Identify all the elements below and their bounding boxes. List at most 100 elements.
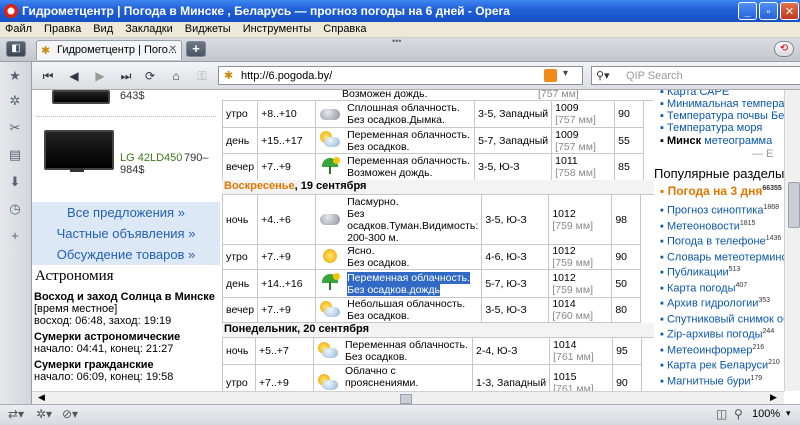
popular-link[interactable]: ▪ Словарь метеотерминов bbox=[660, 251, 784, 263]
more-arrow-icon[interactable]: — E bbox=[752, 148, 773, 160]
vertical-scroll-thumb[interactable] bbox=[788, 182, 800, 228]
bookmarks-star-icon[interactable]: ★ bbox=[7, 68, 23, 84]
minimize-button[interactable]: _ bbox=[738, 2, 757, 20]
fast-forward-icon[interactable]: ⏭ bbox=[116, 67, 136, 85]
popular-link[interactable]: ▪ Метеоновости1815 bbox=[660, 220, 755, 233]
unite-icon[interactable]: ✲▾ bbox=[36, 407, 52, 421]
forecast-table-day2: ночь +4..+6 Пасмурно. Без осадков.Туман.Вид… bbox=[221, 194, 642, 323]
panel-toggle-icon[interactable]: ◧ bbox=[6, 41, 26, 57]
security-key-icon[interactable]: ⚿ bbox=[192, 67, 212, 85]
description-cell: Переменная облачность. Без осадков. bbox=[344, 127, 476, 154]
popular-link[interactable]: ▪ Прогноз синоптика1868 bbox=[660, 204, 779, 217]
scroll-right-icon[interactable]: ▶ bbox=[770, 392, 777, 403]
horizontal-scrollbar[interactable]: ◀ ▶ bbox=[32, 391, 784, 405]
history-clock-icon[interactable]: ◷ bbox=[7, 201, 23, 217]
link-min-temp[interactable]: ▪ Минимальная температура bbox=[660, 98, 784, 110]
link-soil-temp[interactable]: ▪ Температура почвы Беларуси bbox=[660, 110, 784, 122]
popular-link[interactable]: ▪ Публикации513 bbox=[660, 266, 740, 279]
links-icon[interactable]: ✂ bbox=[7, 120, 23, 136]
tab-label: Гидрометцентр | Пого... bbox=[57, 44, 178, 56]
partial-pressure: [757 мм] bbox=[538, 90, 579, 100]
humidity-cell: 90 bbox=[611, 244, 642, 270]
discussion-button[interactable]: Обсуждение товаров » bbox=[32, 244, 220, 265]
temp-cell: +7..+9 bbox=[255, 364, 314, 391]
period-cell: утро bbox=[221, 244, 259, 270]
sun-cloud-icon bbox=[313, 337, 342, 365]
link-sea-temp[interactable]: ▪ Температура моря bbox=[660, 122, 762, 134]
menu-file[interactable]: Файл bbox=[0, 22, 39, 35]
popular-link[interactable]: ▪ Архив гидрологии353 bbox=[660, 297, 770, 310]
popular-link[interactable]: ▪ Метеоинформер216 bbox=[660, 344, 764, 357]
wind-cell: 3-5, Ю-З bbox=[474, 153, 553, 181]
private-ads-button[interactable]: Частные объявления » bbox=[32, 223, 220, 244]
tv-stand bbox=[70, 168, 84, 172]
notes-icon[interactable]: ▤ bbox=[7, 147, 23, 163]
all-offers-button[interactable]: Все предложения » bbox=[32, 202, 220, 223]
popular-link[interactable]: ▪ Магнитные бури179 bbox=[660, 375, 762, 388]
zoom-dropdown-icon[interactable]: ▾ bbox=[786, 408, 791, 419]
widgets-gear-icon[interactable]: ✲ bbox=[7, 93, 23, 109]
menu-tools[interactable]: Инструменты bbox=[238, 22, 319, 35]
horizontal-scroll-thumb[interactable] bbox=[400, 394, 412, 404]
period-cell: день bbox=[221, 269, 259, 298]
menu-edit[interactable]: Правка bbox=[39, 22, 88, 35]
right-sidebar: ▪ Карта САРЕ ▪ Минимальная температура ▪… bbox=[654, 90, 784, 391]
forecast-row: вечер +7..+9 Небольшая облачность. Без осад… bbox=[221, 297, 642, 323]
temp-cell: +14..+16 bbox=[257, 269, 317, 298]
forward-icon[interactable]: ▶ bbox=[90, 67, 110, 85]
zoom-level[interactable]: 100% bbox=[752, 408, 780, 420]
pressure-cell: 1014 [760 мм] bbox=[548, 297, 613, 323]
forecast-row: ночь +5..+7 Переменная облачность. Без осад… bbox=[222, 337, 643, 365]
turbo-icon[interactable]: ⇄▾ bbox=[8, 407, 24, 421]
popular-link[interactable]: ▪ Спутниковый снимок облачности bbox=[660, 313, 784, 325]
popular-link[interactable]: ▪ Карта рек Беларуси210 bbox=[660, 359, 780, 372]
twilight-astro-title: Сумерки астрономические bbox=[34, 331, 181, 343]
menu-widgets[interactable]: Виджеты bbox=[180, 22, 238, 35]
humidity-cell: 85 bbox=[614, 153, 645, 181]
rss-feed-icon[interactable] bbox=[544, 69, 557, 82]
popular-link[interactable]: ▪ Карта погоды407 bbox=[660, 282, 747, 295]
chevron-down-icon[interactable]: ▾ bbox=[563, 68, 568, 79]
view-icon[interactable]: ◫ bbox=[716, 407, 727, 421]
popular-first-link[interactable]: ▪ Погода на 3 дня66355 bbox=[660, 184, 782, 198]
temp-cell: +7..+9 bbox=[257, 153, 317, 181]
minsk-bold: Минск bbox=[666, 135, 702, 147]
meteogram-link[interactable]: метеограмма bbox=[704, 135, 772, 147]
tv-image-1[interactable] bbox=[52, 90, 110, 104]
search-field[interactable]: ⚲▾ QIP Search bbox=[591, 66, 800, 85]
period-cell: утро bbox=[221, 100, 259, 128]
description-cell: Переменная облачность. Без осадков. bbox=[342, 337, 473, 365]
menu-bookmarks[interactable]: Закладки bbox=[120, 22, 180, 35]
rewind-icon[interactable]: ⏮ bbox=[38, 67, 58, 85]
stop-icon[interactable]: ⊘▾ bbox=[62, 407, 78, 421]
tv-image-2[interactable] bbox=[44, 130, 114, 170]
popular-link[interactable]: ▪ Погода в телефоне1436 bbox=[660, 235, 781, 248]
zoom-icon[interactable]: ⚲ bbox=[734, 407, 743, 421]
add-panel-icon[interactable]: + bbox=[7, 228, 23, 244]
back-icon[interactable]: ◀ bbox=[64, 67, 84, 85]
close-window-button[interactable]: ✕ bbox=[780, 2, 799, 20]
forecast-row: день +15..+17 Переменная облачность. Без ос… bbox=[221, 127, 645, 154]
local-time-note: [время местное] bbox=[34, 303, 118, 315]
new-tab-button[interactable]: + bbox=[186, 41, 206, 57]
pressure-cell: 1011 [758 мм] bbox=[551, 153, 616, 181]
scroll-left-icon[interactable]: ◀ bbox=[38, 392, 45, 403]
humidity-cell: 80 bbox=[611, 297, 642, 323]
downloads-icon[interactable]: ⬇ bbox=[7, 174, 23, 190]
tv-model-link[interactable]: LG 42LD450 bbox=[120, 152, 182, 164]
home-icon[interactable]: ⌂ bbox=[166, 67, 186, 85]
description-cell: Небольшая облачность. Без осадков. bbox=[344, 297, 483, 323]
reload-icon[interactable]: ⟳ bbox=[140, 67, 160, 85]
vertical-scrollbar[interactable] bbox=[784, 90, 800, 391]
wind-cell: 5-7, Западный bbox=[474, 127, 553, 154]
address-field[interactable]: ✱ http://6.pogoda.by/ ▾ bbox=[218, 66, 583, 85]
popular-link[interactable]: ▪ Zip-архивы погоды244 bbox=[660, 328, 774, 341]
maximize-button[interactable]: ▫ bbox=[759, 2, 778, 20]
closed-tabs-trash-icon[interactable]: ⟲ bbox=[774, 41, 794, 57]
menu-view[interactable]: Вид bbox=[88, 22, 120, 35]
close-tab-icon[interactable]: ✕ bbox=[169, 44, 177, 55]
tab-active[interactable]: ✱ Гидрометцентр | Пого... ✕ bbox=[36, 40, 182, 60]
menu-help[interactable]: Справка bbox=[318, 22, 373, 35]
site-favicon-icon: ✱ bbox=[224, 70, 234, 82]
link-cape-map[interactable]: ▪ Карта САРЕ bbox=[660, 90, 729, 98]
